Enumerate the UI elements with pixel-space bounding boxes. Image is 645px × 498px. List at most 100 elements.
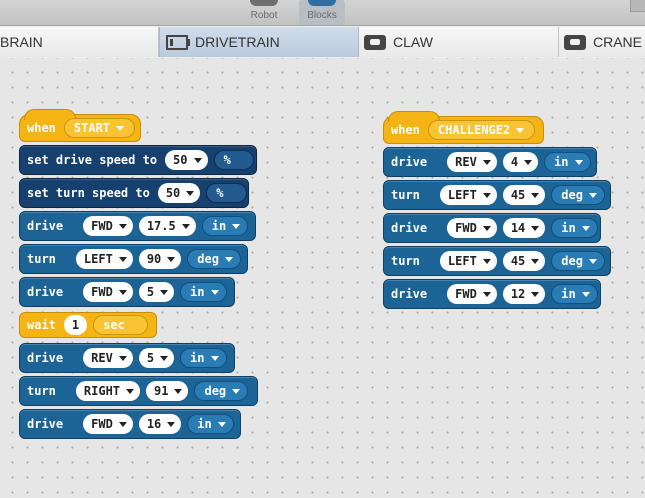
direction-dropdown[interactable]: REV — [447, 152, 497, 172]
unit-dropdown[interactable]: deg — [551, 185, 605, 205]
chevron-down-icon — [588, 258, 597, 264]
direction-value: FWD — [455, 287, 477, 301]
unit-value: % — [223, 153, 231, 167]
tab-brain[interactable]: BRAIN — [0, 27, 159, 57]
drive-block[interactable]: drive REV 5 in — [19, 343, 235, 373]
blocks-tool-button[interactable]: Blocks — [299, 0, 345, 25]
block-keyword: drive — [27, 417, 64, 431]
amount-dropdown[interactable]: 12 — [502, 284, 546, 304]
unit-dropdown[interactable]: in — [180, 282, 227, 302]
chevron-down-icon — [118, 289, 127, 295]
wait-amount-field[interactable]: 1 — [63, 315, 88, 335]
amount-value: 17.5 — [146, 219, 176, 233]
amount-dropdown[interactable]: 5 — [138, 348, 175, 368]
tab-label: BRAIN — [0, 34, 43, 50]
chevron-down-icon — [574, 159, 583, 165]
drive-block[interactable]: drive REV 4 in — [383, 147, 597, 177]
chevron-down-icon — [482, 192, 491, 198]
chevron-down-icon — [160, 289, 169, 295]
unit-value: in — [190, 351, 205, 365]
chevron-down-icon — [160, 355, 169, 361]
direction-value: REV — [455, 155, 477, 169]
chevron-down-icon — [118, 256, 127, 262]
turn-block[interactable]: turn LEFT 45 deg — [383, 246, 611, 276]
chevron-down-icon — [482, 159, 491, 165]
when-challenge2-hat-block[interactable]: when CHALLENGE2 — [383, 111, 544, 144]
drive-speed-value-dropdown[interactable]: 50 — [165, 150, 208, 170]
wait-block[interactable]: wait 1 sec — [19, 312, 157, 338]
direction-dropdown[interactable]: REV — [83, 348, 133, 368]
turn-speed-value-dropdown[interactable]: 50 — [157, 183, 201, 203]
direction-dropdown[interactable]: FWD — [83, 282, 133, 302]
chevron-down-icon — [524, 159, 533, 165]
block-keyword: turn — [391, 188, 420, 202]
unit-dropdown[interactable]: deg — [194, 381, 249, 401]
direction-dropdown[interactable]: FWD — [83, 216, 133, 236]
amount-dropdown[interactable]: 45 — [502, 251, 546, 271]
chevron-down-icon — [482, 258, 491, 264]
tab-claw[interactable]: CLAW — [359, 27, 559, 57]
direction-dropdown[interactable]: FWD — [83, 414, 133, 434]
turn-block[interactable]: turn RIGHT 91 deg — [19, 376, 258, 406]
robot-tool-button[interactable]: Robot — [241, 0, 287, 25]
wait-unit-field: sec — [93, 315, 148, 335]
amount-dropdown[interactable]: 16 — [138, 414, 182, 434]
blocks-tool-label: Blocks — [307, 10, 337, 21]
unit-dropdown[interactable]: in — [201, 216, 249, 236]
unit-dropdown[interactable]: in — [551, 284, 598, 304]
amount-dropdown[interactable]: 5 — [138, 282, 175, 302]
turn-block[interactable]: turn LEFT 90 deg — [19, 244, 248, 274]
amount-value: 45 — [510, 188, 526, 202]
amount-dropdown[interactable]: 90 — [138, 249, 182, 269]
amount-dropdown[interactable]: 91 — [146, 381, 189, 401]
when-start-hat-block[interactable]: when START — [19, 109, 141, 142]
turn-block[interactable]: turn LEFT 45 deg — [383, 180, 611, 210]
direction-dropdown[interactable]: RIGHT — [75, 381, 141, 401]
chevron-down-icon — [482, 225, 491, 231]
amount-value: 1 — [71, 318, 80, 332]
set-drive-speed-block[interactable]: set drive speed to 50 % — [19, 145, 257, 175]
chevron-down-icon — [531, 225, 540, 231]
direction-dropdown[interactable]: LEFT — [439, 185, 497, 205]
chevron-down-icon — [126, 388, 135, 394]
amount-dropdown[interactable]: 17.5 — [138, 216, 196, 236]
chevron-down-icon — [186, 190, 195, 196]
unit-dropdown[interactable]: in — [544, 152, 591, 172]
unit-dropdown[interactable]: deg — [187, 249, 241, 269]
direction-dropdown[interactable]: LEFT — [75, 249, 133, 269]
drive-block[interactable]: drive FWD 5 in — [19, 277, 235, 307]
direction-value: REV — [91, 351, 113, 365]
amount-dropdown[interactable]: 4 — [502, 152, 539, 172]
block-text: set drive speed to — [27, 153, 158, 167]
drive-block[interactable]: drive FWD 14 in — [383, 213, 601, 243]
amount-dropdown[interactable]: 14 — [502, 218, 546, 238]
window-corner-control[interactable] — [630, 0, 645, 12]
direction-value: LEFT — [447, 188, 477, 202]
chevron-down-icon — [531, 291, 540, 297]
blocks-workspace[interactable]: when START set drive speed to 50 % set t… — [0, 58, 645, 498]
tab-crane[interactable]: CRANE — [559, 27, 645, 57]
unit-dropdown[interactable]: deg — [551, 251, 605, 271]
chevron-down-icon — [167, 256, 176, 262]
tab-drivetrain[interactable]: DRIVETRAIN — [159, 27, 359, 57]
drive-block[interactable]: drive FWD 17.5 in — [19, 211, 256, 241]
amount-value: 45 — [510, 254, 526, 268]
set-turn-speed-block[interactable]: set turn speed to 50 % — [19, 178, 249, 208]
direction-dropdown[interactable]: LEFT — [439, 251, 497, 271]
unit-dropdown[interactable]: in — [187, 414, 234, 434]
drive-block[interactable]: drive FWD 16 in — [19, 409, 241, 439]
drive-block[interactable]: drive FWD 12 in — [383, 279, 601, 309]
amount-dropdown[interactable]: 45 — [502, 185, 546, 205]
block-keyword: when — [391, 123, 420, 137]
unit-dropdown[interactable]: in — [551, 218, 598, 238]
direction-dropdown[interactable]: FWD — [447, 284, 497, 304]
block-text: set turn speed to — [27, 186, 150, 200]
unit-value: deg — [204, 384, 227, 398]
tab-label: CLAW — [393, 34, 433, 50]
direction-dropdown[interactable]: FWD — [447, 218, 497, 238]
event-dropdown[interactable]: CHALLENGE2 — [427, 120, 536, 140]
event-dropdown[interactable]: START — [63, 118, 136, 138]
amount-value: 91 — [154, 384, 169, 398]
chevron-down-icon — [232, 388, 241, 394]
unit-dropdown[interactable]: in — [180, 348, 227, 368]
